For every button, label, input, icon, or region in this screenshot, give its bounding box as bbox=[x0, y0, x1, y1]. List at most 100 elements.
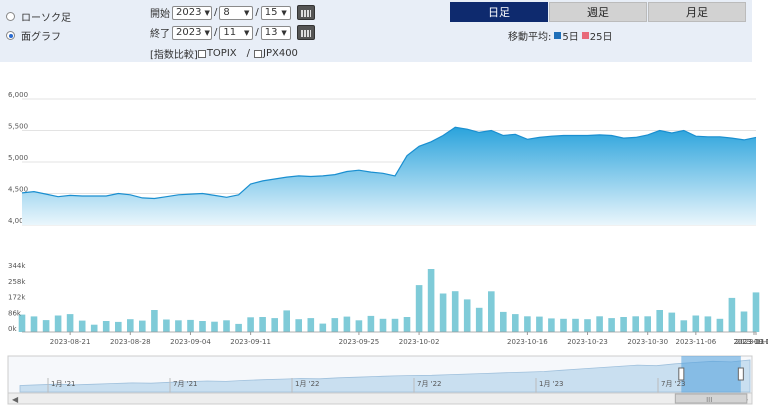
volume-bar bbox=[42, 320, 50, 332]
price-volume-chart: 6,0005,5005,0004,5004,000 344k258k172k86… bbox=[8, 91, 768, 346]
moving-average-label: 移動平均: bbox=[508, 32, 552, 43]
start-year-select[interactable]: 2023 ▼ bbox=[172, 5, 212, 20]
volume-bar bbox=[560, 318, 567, 332]
end-year-select[interactable]: 2023 ▼ bbox=[172, 25, 212, 40]
volume-bar bbox=[223, 320, 230, 332]
moving-average-legend: 移動平均: 5日 25日 bbox=[508, 28, 612, 43]
volume-bar bbox=[415, 285, 423, 332]
navigator-label: 1月 '21 bbox=[51, 380, 76, 388]
volume-bar bbox=[54, 315, 62, 332]
start-day-select[interactable]: 15 ▼ bbox=[260, 5, 291, 20]
volume-bar bbox=[235, 323, 242, 332]
date-tick-label: 2023-10-16 bbox=[507, 338, 548, 346]
date-tick-label: 2023-09-04 bbox=[170, 338, 211, 346]
jpx400-label: JPX400 bbox=[263, 48, 298, 59]
navigator-label: 7月 '23 bbox=[661, 380, 686, 388]
volume-bar bbox=[608, 318, 615, 332]
area-chart-label: 面グラフ bbox=[21, 32, 61, 43]
end-label: 終了 bbox=[150, 29, 170, 40]
volume-bar bbox=[512, 314, 519, 332]
date-axis: 2023-08-21 2023-08-28 2023-09-04 2023-09-11… bbox=[50, 332, 768, 346]
index-compare-row: [指数比較] TOPIX / JPX400 bbox=[150, 46, 298, 61]
date-tick-label: 2023-09-25 bbox=[339, 338, 380, 346]
volume-bar bbox=[247, 317, 254, 332]
volume-bar bbox=[680, 320, 688, 332]
volume-bar bbox=[668, 312, 676, 332]
volume-bar bbox=[500, 311, 507, 332]
volume-bar bbox=[548, 318, 555, 332]
radio-candlestick[interactable] bbox=[6, 12, 15, 21]
navigator-label: 1月 '23 bbox=[539, 380, 564, 388]
chevron-down-icon: ▼ bbox=[243, 28, 250, 37]
start-day-value: 15 bbox=[264, 7, 278, 18]
navigator-label: 7月 '22 bbox=[417, 380, 442, 388]
radio-area-chart[interactable] bbox=[6, 31, 15, 40]
scroll-left-arrow-icon[interactable]: ◀ bbox=[12, 395, 19, 404]
volume-bar bbox=[331, 318, 339, 332]
volume-bar bbox=[439, 293, 447, 332]
volume-bar bbox=[319, 323, 327, 332]
volume-bar bbox=[90, 324, 98, 332]
area-chart-option[interactable]: 面グラフ bbox=[6, 28, 61, 43]
tab-weekly[interactable]: 週足 bbox=[549, 2, 647, 22]
date-tick-label: 2023-09-11 bbox=[230, 338, 271, 346]
date-tick-label: 2023-10-30 bbox=[627, 338, 668, 346]
navigator-left-handle[interactable] bbox=[678, 367, 685, 381]
volume-bar bbox=[716, 318, 724, 332]
candlestick-option[interactable]: ローソク足 bbox=[6, 9, 71, 24]
volume-bar bbox=[644, 316, 651, 333]
volume-bar bbox=[151, 310, 158, 332]
navigator-right-handle[interactable] bbox=[737, 367, 744, 381]
volume-bar bbox=[271, 318, 278, 332]
start-year-value: 2023 bbox=[176, 7, 202, 18]
volume-bar bbox=[620, 317, 627, 332]
tab-monthly[interactable]: 月足 bbox=[648, 2, 746, 22]
start-calendar-icon[interactable] bbox=[296, 5, 315, 20]
tab-daily[interactable]: 日足 bbox=[450, 2, 548, 22]
volume-bar bbox=[692, 315, 700, 332]
end-calendar-icon[interactable] bbox=[296, 25, 315, 40]
volume-bar bbox=[463, 299, 471, 332]
checkbox-jpx400[interactable] bbox=[254, 49, 262, 58]
volume-bar bbox=[102, 321, 110, 332]
end-day-select[interactable]: 13 ▼ bbox=[260, 25, 291, 40]
volume-bar bbox=[704, 316, 712, 332]
scrollbar-track[interactable] bbox=[7, 392, 753, 405]
start-label: 開始 bbox=[150, 9, 170, 20]
volume-bar bbox=[139, 320, 146, 332]
volume-bar bbox=[740, 311, 748, 332]
date-tick-label: 2023-08-21 bbox=[50, 338, 91, 346]
start-month-select[interactable]: 8 ▼ bbox=[219, 5, 254, 20]
range-navigator[interactable]: 1月 '217月 '211月 '227月 '221月 '237月 '23 ◀ ▶… bbox=[0, 352, 768, 409]
volume-bar bbox=[163, 319, 170, 332]
index-compare-label: [指数比較] bbox=[150, 50, 198, 61]
volume-bar bbox=[283, 310, 290, 332]
chevron-down-icon: ▼ bbox=[243, 8, 250, 17]
volume-tick-label: 258k bbox=[8, 278, 26, 286]
ma25-swatch bbox=[581, 32, 589, 39]
volume-tick-label: 344k bbox=[8, 262, 26, 270]
volume-bar bbox=[391, 318, 399, 332]
volume-bar bbox=[632, 316, 639, 333]
price-tick-label: 5,000 bbox=[8, 154, 28, 162]
ma25-label: 25日 bbox=[589, 32, 613, 43]
volume-bar bbox=[30, 316, 38, 332]
end-day-value: 13 bbox=[264, 27, 278, 38]
volume-bar bbox=[211, 321, 218, 332]
checkbox-topix[interactable] bbox=[197, 49, 206, 58]
volume-bar bbox=[307, 318, 315, 332]
volume-tick-label: 86k bbox=[8, 309, 22, 317]
topix-label: TOPIX bbox=[206, 48, 237, 59]
volume-bar bbox=[596, 316, 603, 333]
price-area bbox=[22, 127, 756, 225]
date-tick-label: 2023-10-02 bbox=[399, 338, 440, 346]
date-tick-label: 2023-11-06 bbox=[675, 338, 716, 346]
volume-bars bbox=[18, 269, 760, 333]
volume-bar bbox=[66, 314, 74, 332]
date-separator: / bbox=[255, 7, 259, 18]
navigator-selection[interactable] bbox=[681, 356, 741, 393]
end-month-select[interactable]: 11 ▼ bbox=[219, 25, 254, 40]
volume-bar bbox=[343, 316, 351, 332]
ma5-swatch bbox=[554, 32, 562, 39]
end-year-value: 2023 bbox=[176, 27, 202, 38]
